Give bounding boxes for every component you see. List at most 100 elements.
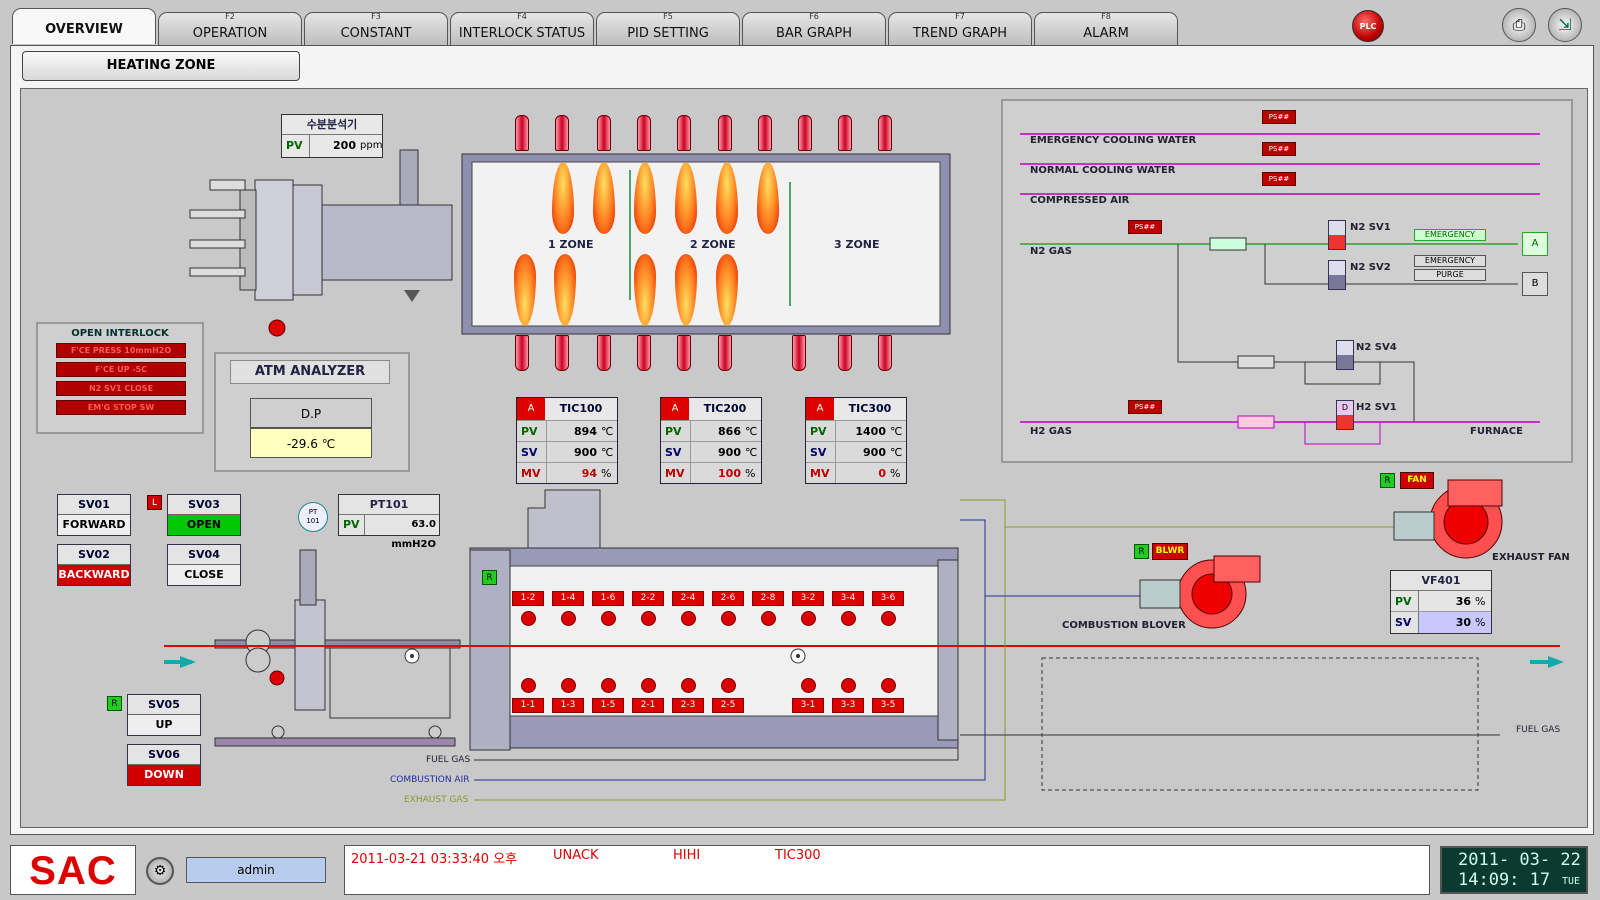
sv04-box[interactable]: SV04 CLOSE: [167, 544, 241, 586]
burner-icon: [597, 115, 611, 151]
tic-sv-value[interactable]: 900: [836, 446, 890, 459]
moisture-pv-value: 200: [333, 139, 356, 152]
atm-analyzer-panel: ATM ANALYZER D.P -29.6 ℃: [214, 352, 410, 472]
pressure-switch-4: PS##: [1128, 220, 1162, 234]
thermocouple-label[interactable]: 2-6: [712, 591, 744, 606]
zone-1-label: 1 ZONE: [548, 238, 594, 251]
sv02-state: BACKWARD: [58, 565, 130, 585]
alarm-state: UNACK: [553, 848, 599, 863]
thermocouple-label[interactable]: 3-6: [872, 591, 904, 606]
n2-sv2-icon[interactable]: [1328, 260, 1346, 290]
thermocouple-label[interactable]: 1-2: [512, 591, 544, 606]
user-avatar-icon[interactable]: ⚙: [146, 857, 174, 885]
vf401-title: VF401: [1391, 571, 1491, 591]
open-interlock-panel: OPEN INTERLOCK F'CE PRESS 10mmH2O F'CE UP…: [36, 322, 204, 434]
clock-date: 2011- 03- 22: [1458, 850, 1581, 870]
burner-icon: [515, 115, 529, 151]
thermocouple-point: [521, 611, 536, 626]
tic-sv-unit: ℃: [745, 445, 758, 459]
tic-pv-unit: ℃: [890, 424, 903, 438]
tic-sv-value[interactable]: 900: [547, 446, 601, 459]
furnace-label: FURNACE: [1470, 426, 1523, 437]
thermocouple-point: [841, 678, 856, 693]
thermocouple-point: [761, 611, 776, 626]
burner-icon: [758, 115, 772, 151]
tic-box-tic100[interactable]: A TIC100 PV 894 ℃ SV 900 ℃ MV 94%: [516, 397, 618, 484]
tic-box-tic300[interactable]: A TIC300 PV 1400 ℃ SV 900 ℃ MV 0%: [805, 397, 907, 484]
thermocouple-label[interactable]: 2-2: [632, 591, 664, 606]
sv05-name: SV05: [128, 695, 200, 715]
user-name[interactable]: admin: [186, 857, 326, 883]
burner-icon: [718, 115, 732, 151]
sv03-box[interactable]: SV03 OPEN: [167, 494, 241, 536]
moisture-pv-label: PV: [282, 135, 310, 157]
tic-pv-label: PV: [806, 421, 836, 441]
dp-value: -29.6 ℃: [250, 428, 372, 458]
thermocouple-point: [801, 611, 816, 626]
n2-sv4-label: N2 SV4: [1356, 342, 1397, 353]
thermocouple-label[interactable]: 1-5: [592, 698, 624, 713]
clock-time: 14:09: 17: [1458, 870, 1551, 890]
dp-label: D.P: [250, 398, 372, 428]
purge-indicator: PURGE: [1414, 269, 1486, 281]
thermocouple-label[interactable]: 2-3: [672, 698, 704, 713]
sv01-box[interactable]: SV01 FORWARD: [57, 494, 131, 536]
burner-icon: [555, 115, 569, 151]
alarm-bar[interactable]: 2011-03-21 03:33:40 오후 UNACK HIHI TIC300: [344, 845, 1430, 895]
thermocouple-label[interactable]: 2-5: [712, 698, 744, 713]
clock-dow: TUE: [1562, 876, 1581, 887]
thermocouple-label[interactable]: 1-4: [552, 591, 584, 606]
thermocouple-label[interactable]: 2-8: [752, 591, 784, 606]
h2-sv1-icon-letter: D: [1341, 403, 1349, 412]
sv03-state: OPEN: [168, 515, 240, 535]
sv04-name: SV04: [168, 545, 240, 565]
sv02-box[interactable]: SV02 BACKWARD: [57, 544, 131, 586]
thermocouple-label[interactable]: 1-6: [592, 591, 624, 606]
thermocouple-point: [561, 611, 576, 626]
vf401-sv-unit: %: [1475, 612, 1491, 633]
burner-icon: [677, 335, 691, 371]
thermocouple-point: [601, 678, 616, 693]
burner-icon: [515, 335, 529, 371]
n2-sv1-icon[interactable]: [1328, 220, 1346, 250]
tic-sv-value[interactable]: 900: [691, 446, 745, 459]
tic-mv-label: MV: [661, 463, 691, 483]
zone-3-label: 3 ZONE: [834, 238, 880, 251]
thermocouple-label[interactable]: 3-4: [832, 591, 864, 606]
zone-2-label: 2 ZONE: [690, 238, 736, 251]
thermocouple-label[interactable]: 2-1: [632, 698, 664, 713]
thermocouple-label[interactable]: 3-1: [792, 698, 824, 713]
alarm-tag: TIC300: [775, 848, 821, 863]
blower-badge: BLWR: [1152, 543, 1188, 560]
pressure-switch-2: PS##: [1262, 142, 1296, 156]
local-badge: L: [147, 495, 162, 510]
vf401-pv-label: PV: [1391, 591, 1419, 611]
n2-sv4-icon[interactable]: [1336, 340, 1354, 370]
thermocouple-point: [721, 678, 736, 693]
thermocouple-label[interactable]: 3-2: [792, 591, 824, 606]
sv05-state: UP: [128, 715, 200, 735]
compressed-air-label: COMPRESSED AIR: [1030, 195, 1130, 206]
tic-sv-label: SV: [806, 442, 836, 462]
tic-mv-unit: %: [745, 466, 756, 480]
tic-box-tic200[interactable]: A TIC200 PV 866 ℃ SV 900 ℃ MV 100%: [660, 397, 762, 484]
h2-sv1-icon[interactable]: D: [1336, 400, 1354, 430]
tic-mv-value: 94: [581, 466, 597, 480]
sv05-box[interactable]: SV05 UP: [127, 694, 201, 736]
thermocouple-label[interactable]: 3-3: [832, 698, 864, 713]
vf401-sv-value[interactable]: 30: [1419, 612, 1475, 633]
thermocouple-label[interactable]: 1-1: [512, 698, 544, 713]
thermocouple-label[interactable]: 2-4: [672, 591, 704, 606]
tic-sv-label: SV: [517, 442, 547, 462]
fan-badge: FAN: [1400, 472, 1434, 489]
moisture-unit: ppm: [360, 140, 382, 151]
sv06-box[interactable]: SV06 DOWN: [127, 744, 201, 786]
thermocouple-label[interactable]: 3-5: [872, 698, 904, 713]
sv06-state: DOWN: [128, 765, 200, 785]
interlock-item: EM'G STOP SW: [56, 400, 186, 415]
sv04-state: CLOSE: [168, 565, 240, 585]
thermocouple-label[interactable]: 1-3: [552, 698, 584, 713]
tic-mv-label: MV: [806, 463, 836, 483]
burner-icon: [555, 335, 569, 371]
remote-badge-sv05: R: [107, 696, 122, 711]
